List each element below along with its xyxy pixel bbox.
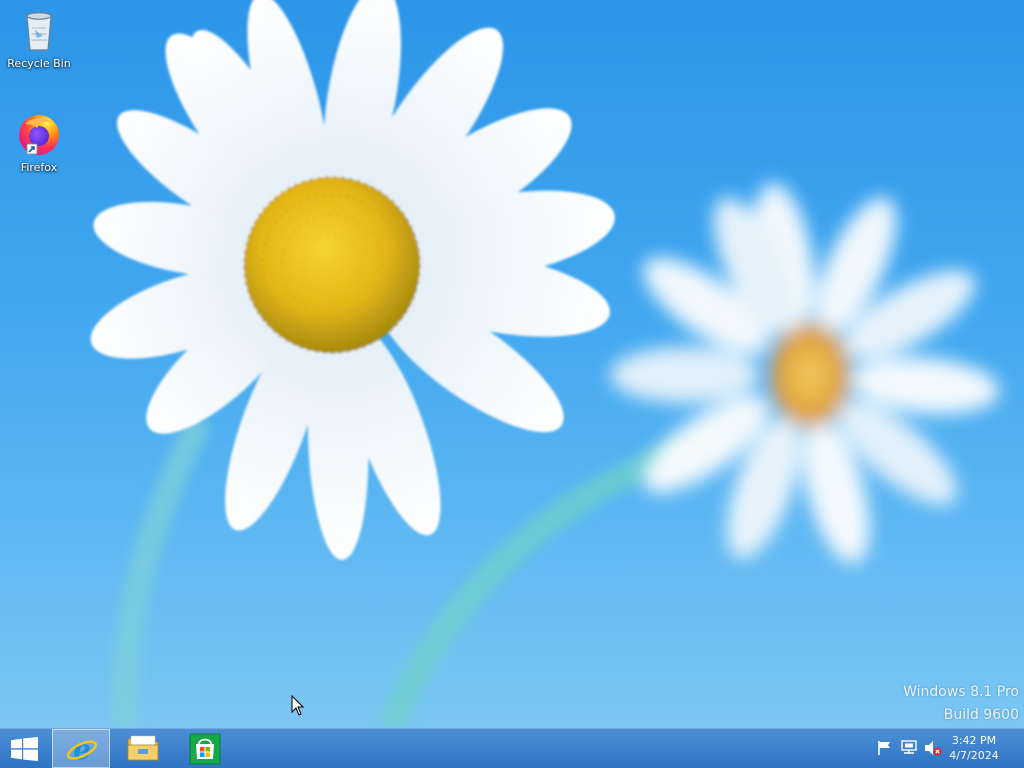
taskbar-file-explorer-button[interactable] (114, 729, 172, 768)
store-icon (189, 733, 221, 765)
taskbar-store-button[interactable] (176, 729, 234, 768)
desktop-icon-recycle-bin[interactable]: Recycle Bin (2, 6, 76, 70)
desktop[interactable]: Recycle Bin Firefox Windows 8.1 Pro Buil… (0, 0, 1024, 728)
desktop-icon-firefox[interactable]: Firefox (2, 110, 76, 174)
clock-time: 3:42 PM (951, 734, 997, 747)
file-explorer-icon (127, 735, 159, 761)
taskbar-clock[interactable]: 3:42 PM 4/7/2024 (938, 733, 1010, 763)
windows-version-watermark: Windows 8.1 Pro Build 9600 (903, 681, 1019, 727)
network-icon[interactable] (900, 740, 918, 756)
windows-logo-icon (11, 737, 38, 761)
taskbar: e 3:42 PM 4/7/2024 (0, 728, 1024, 768)
start-button[interactable] (0, 729, 48, 768)
action-center-flag-icon[interactable] (876, 740, 894, 756)
watermark-edition: Windows 8.1 Pro (903, 684, 1019, 700)
internet-explorer-icon: e (66, 733, 98, 765)
system-tray: 3:42 PM 4/7/2024 (864, 729, 1024, 768)
desktop-icon-label: Firefox (20, 161, 58, 174)
mouse-pointer-icon (291, 695, 305, 716)
watermark-build: Build 9600 (943, 707, 1019, 723)
daisy-wallpaper (90, 0, 1000, 728)
taskbar-internet-explorer-button[interactable]: e (52, 729, 110, 768)
svg-text:e: e (73, 733, 91, 765)
clock-date: 4/7/2024 (949, 749, 999, 762)
firefox-icon (19, 115, 59, 155)
recycle-bin-icon (26, 12, 52, 51)
desktop-icon-label: Recycle Bin (7, 57, 71, 70)
